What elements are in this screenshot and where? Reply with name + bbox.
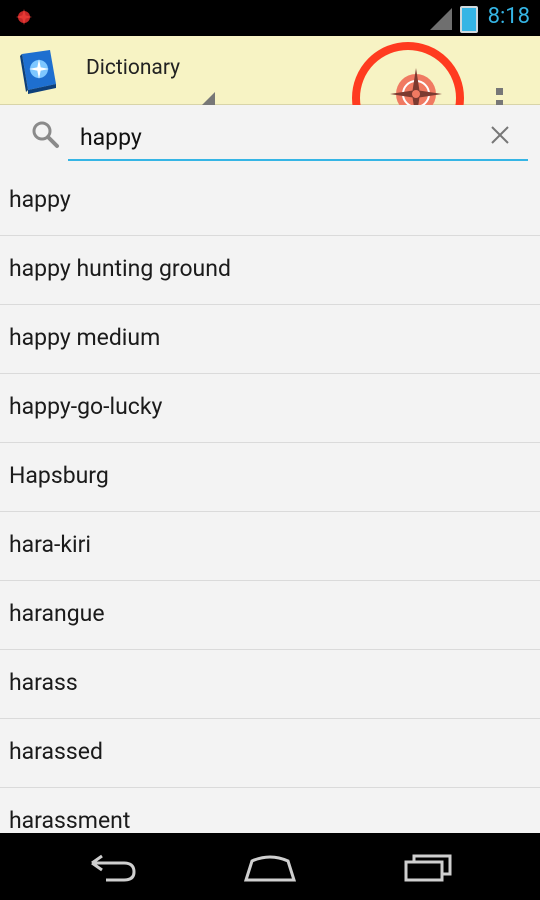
list-item[interactable]: harass xyxy=(0,650,540,719)
list-item-label: harassment xyxy=(9,807,131,834)
list-item[interactable]: Hapsburg xyxy=(0,443,540,512)
list-item-label: harassed xyxy=(9,738,103,765)
list-item-label: happy medium xyxy=(9,324,161,351)
back-icon[interactable] xyxy=(86,853,138,883)
list-item[interactable]: happy medium xyxy=(0,305,540,374)
home-icon[interactable] xyxy=(242,853,298,883)
dictionary-spinner-label[interactable]: Dictionary xyxy=(86,56,180,80)
action-bar: Dictionary xyxy=(0,36,540,154)
list-item-label: happy hunting ground xyxy=(9,255,231,282)
recents-icon[interactable] xyxy=(402,853,454,883)
search-bar xyxy=(0,105,540,166)
compass-notification-icon xyxy=(16,9,32,25)
close-icon[interactable] xyxy=(488,123,512,147)
list-item[interactable]: hara-kiri xyxy=(0,512,540,581)
status-time: 8:18 xyxy=(487,4,530,29)
list-item[interactable]: harassed xyxy=(0,719,540,788)
list-item-label: happy xyxy=(9,186,71,213)
results-list: happy happy hunting ground happy medium … xyxy=(0,167,540,857)
list-item[interactable]: happy xyxy=(0,167,540,236)
list-item-label: hara-kiri xyxy=(9,531,92,558)
list-item-label: Hapsburg xyxy=(9,462,109,489)
list-item[interactable]: happy-go-lucky xyxy=(0,374,540,443)
book-icon[interactable] xyxy=(16,46,64,94)
list-item-label: harass xyxy=(9,669,78,696)
signal-icon xyxy=(430,8,452,30)
list-item-label: happy-go-lucky xyxy=(9,393,163,420)
list-item[interactable]: happy hunting ground xyxy=(0,236,540,305)
list-item[interactable]: harangue xyxy=(0,581,540,650)
status-bar: 8:18 xyxy=(0,0,540,36)
navigation-bar xyxy=(0,833,540,900)
search-input[interactable] xyxy=(68,115,528,161)
list-item-label: harangue xyxy=(9,600,105,627)
search-icon xyxy=(32,121,59,148)
battery-icon xyxy=(460,6,478,33)
